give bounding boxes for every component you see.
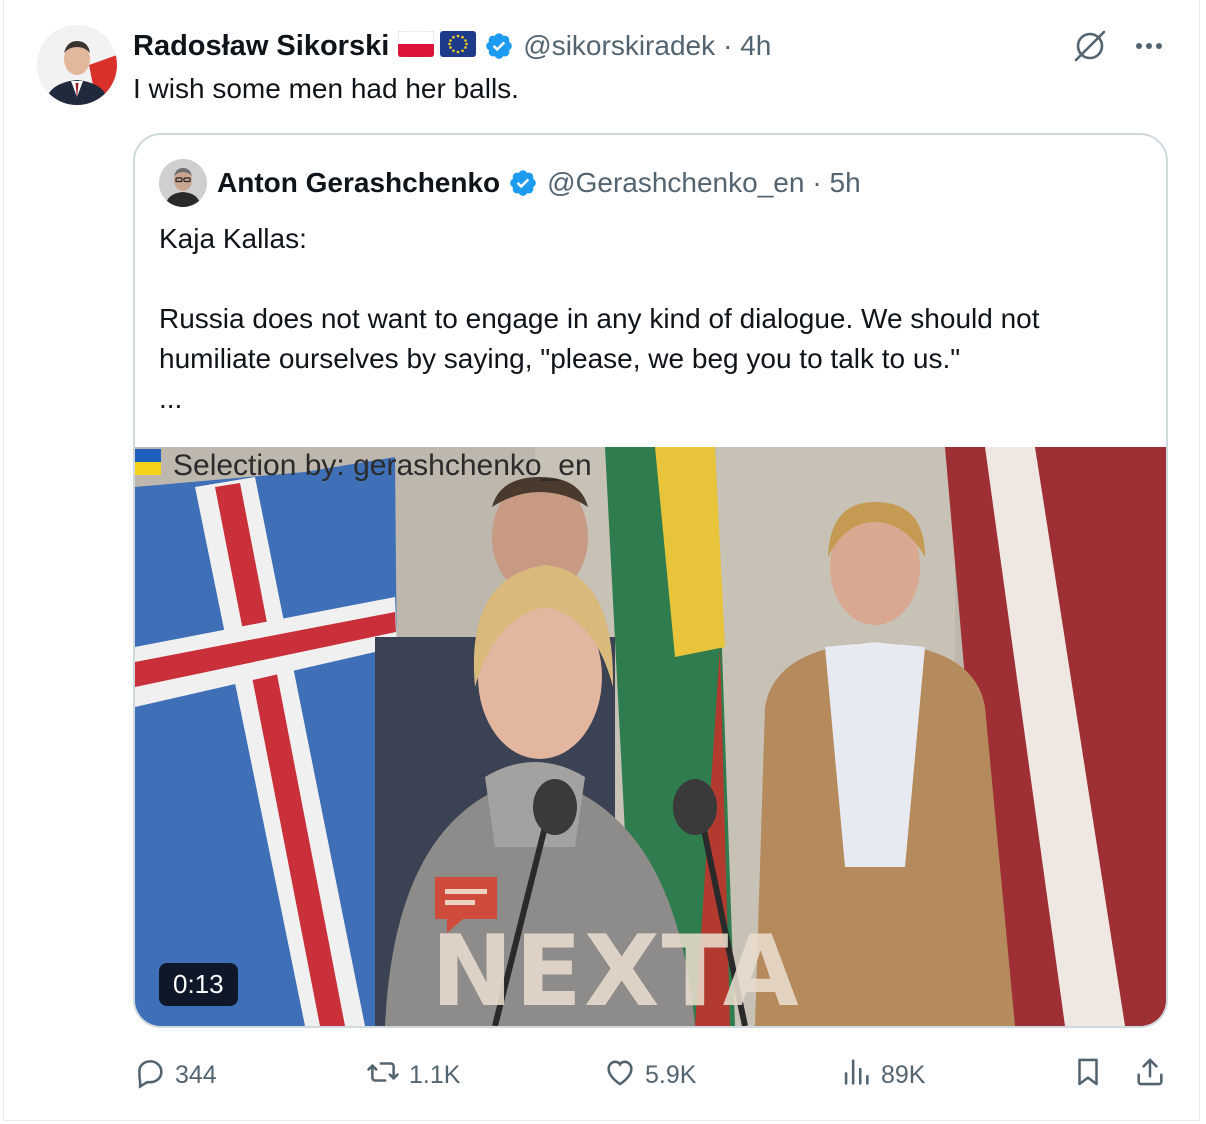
video-overlay-caption: Selection by: gerashchenko_en — [135, 449, 592, 483]
tweet-top-actions — [1070, 26, 1166, 71]
flag-poland-icon — [397, 30, 435, 62]
like-count: 5.9K — [645, 1060, 697, 1089]
reply-count: 344 — [175, 1060, 217, 1089]
repost-count: 1.1K — [409, 1060, 461, 1089]
quoted-tweet-header: Anton Gerashchenko @Gerashchenko_en · 5h — [159, 159, 861, 207]
like-button[interactable]: 5.9K — [603, 1052, 696, 1098]
like-icon — [603, 1055, 637, 1096]
quoted-text-line: Russia does not want to engage in any ki… — [159, 303, 1040, 334]
video-duration-badge: 0:13 — [159, 963, 238, 1006]
share-icon — [1133, 1055, 1167, 1096]
grok-icon[interactable] — [1070, 26, 1110, 71]
verified-badge-icon — [484, 31, 514, 61]
quoted-text-line: humiliate ourselves by saying, "please, … — [159, 343, 961, 374]
reply-icon — [133, 1055, 167, 1096]
author-name[interactable]: Radosław Sikorski — [133, 30, 389, 63]
views-icon — [839, 1055, 873, 1096]
flag-eu-icon — [440, 30, 477, 62]
share-button[interactable] — [1133, 1052, 1167, 1098]
tweet-action-bar: 344 1.1K 5.9K 89K — [133, 1052, 1173, 1098]
tweet-time[interactable]: · 4h — [723, 30, 771, 62]
video-watermark: NEXTA — [431, 915, 801, 1026]
more-icon[interactable] — [1132, 29, 1166, 68]
tweet-text: I wish some men had her balls. — [133, 73, 519, 104]
quoted-tweet-text: Kaja Kallas: Russia does not want to eng… — [159, 219, 1149, 419]
quoted-author-avatar[interactable] — [159, 159, 207, 207]
reply-button[interactable]: 344 — [133, 1052, 217, 1098]
bookmark-button[interactable] — [1071, 1052, 1105, 1098]
quoted-author-handle[interactable]: @Gerashchenko_en — [547, 167, 804, 199]
repost-button[interactable]: 1.1K — [365, 1052, 460, 1098]
verified-badge-icon — [508, 168, 538, 198]
video-overlay-text: Selection by: gerashchenko_en — [173, 449, 592, 482]
tweet-header: Radosław Sikorski @sikorskiradek · 4h — [133, 26, 771, 66]
quoted-author-name[interactable]: Anton Gerashchenko — [217, 167, 500, 199]
quoted-text-line: Kaja Kallas: — [159, 223, 307, 254]
quoted-tweet-time[interactable]: · 5h — [812, 167, 860, 199]
quoted-tweet[interactable]: Anton Gerashchenko @Gerashchenko_en · 5h… — [133, 133, 1168, 1028]
quoted-text-line: ... — [159, 383, 183, 414]
author-avatar[interactable] — [37, 25, 117, 105]
ukraine-flag-icon — [135, 449, 161, 479]
views-button[interactable]: 89K — [839, 1052, 925, 1098]
bookmark-icon — [1071, 1055, 1105, 1096]
video-player[interactable]: Selection by: gerashchenko_en NEXTA 0:13 — [135, 447, 1166, 1026]
views-count: 89K — [881, 1060, 926, 1089]
repost-icon — [365, 1055, 401, 1096]
quoted-text-line — [159, 259, 1149, 299]
author-handle[interactable]: @sikorskiradek — [523, 30, 715, 62]
